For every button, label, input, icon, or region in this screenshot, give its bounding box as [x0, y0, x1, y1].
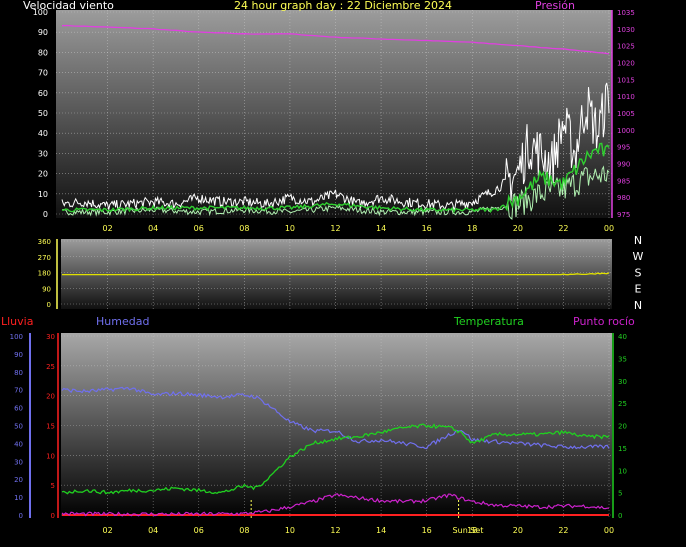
- temperature-axis-tick: 10: [618, 467, 627, 475]
- temperature-axis-tick: 35: [618, 355, 627, 363]
- rain-axis-title: Lluvia: [1, 315, 33, 328]
- wind-axis-tick: 20: [38, 170, 48, 179]
- pressure-axis-title: Presión: [535, 0, 575, 12]
- humidity-time-tick: 10: [285, 526, 295, 535]
- wind-time-tick: 22: [558, 224, 568, 233]
- wind-axis-tick: 0: [43, 210, 48, 219]
- weather-graph-window: 100 90 80 70 60 50 40 30 20 10 0 1035 1030 1025 1020 10…: [0, 0, 686, 543]
- pressure-axis-tick: 1020: [617, 60, 635, 68]
- humidity-time-tick: 22: [558, 526, 568, 535]
- humidity-time-tick: 06: [194, 526, 204, 535]
- wind-time-tick: 02: [102, 224, 112, 233]
- pressure-axis-tick: 995: [617, 144, 630, 152]
- sunset-label: Sun Set: [453, 526, 484, 535]
- wind-axis-tick: 70: [38, 69, 48, 78]
- dewpoint-axis-title: Punto rocío: [573, 315, 635, 328]
- wind-time-tick: 04: [148, 224, 158, 233]
- pressure-axis-tick: 1030: [617, 26, 635, 34]
- rain-axis-tick: 20: [46, 393, 55, 401]
- rain-axis-tick: 10: [46, 452, 55, 460]
- humidity-time-tick: 12: [330, 526, 340, 535]
- rain-axis-tick: 0: [51, 512, 55, 520]
- direction-axis-tick: 90: [42, 285, 51, 293]
- compass-label: E: [635, 283, 642, 296]
- wind-time-tick: 12: [330, 224, 340, 233]
- direction-axis-tick: 0: [47, 301, 51, 309]
- rain-axis-tick: 5: [51, 482, 55, 490]
- humidity-axis-tick: 60: [14, 405, 23, 413]
- wind-axis-title: Velocidad viento: [23, 0, 114, 12]
- wind-time-tick: 20: [513, 224, 523, 233]
- humidity-axis-tick: 70: [14, 387, 23, 395]
- humidity-time-tick: 02: [102, 526, 112, 535]
- rain-axis-tick: 15: [46, 423, 55, 431]
- humidity-time-tick: 00: [604, 526, 614, 535]
- wind-time-tick: 14: [376, 224, 386, 233]
- pressure-axis-tick: 1015: [617, 76, 635, 84]
- pressure-axis-tick: 1000: [617, 127, 635, 135]
- humidity-axis-tick: 0: [19, 512, 23, 520]
- wind-time-tick: 10: [285, 224, 295, 233]
- compass-label: N: [634, 299, 642, 312]
- humidity-time-tick: 08: [239, 526, 249, 535]
- compass-label: S: [635, 266, 642, 279]
- wind-axis-tick: 80: [38, 48, 48, 57]
- pressure-axis-tick: 1025: [617, 43, 635, 51]
- humidity-axis-tick: 50: [14, 423, 23, 431]
- compass-label: W: [633, 250, 644, 263]
- weather-chart-svg: 1009080706050403020100103510301025102010…: [1, 0, 644, 535]
- humidity-axis-tick: 80: [14, 369, 23, 377]
- pressure-axis-tick: 1035: [617, 9, 635, 17]
- pressure-axis-tick: 985: [617, 177, 630, 185]
- wind-time-tick: 16: [422, 224, 432, 233]
- wind-axis-tick: 90: [38, 28, 48, 37]
- humidity-time-tick: 04: [148, 526, 158, 535]
- chart-title: 24 hour graph day : 22 Diciembre 2024: [234, 0, 452, 12]
- wind-time-tick: 06: [194, 224, 204, 233]
- humidity-axis-title: Humedad: [96, 315, 149, 328]
- wind-axis-tick: 10: [38, 190, 48, 199]
- wind-axis-tick: 30: [38, 149, 48, 158]
- humidity-axis-tick: 10: [14, 494, 23, 502]
- pressure-axis-tick: 975: [617, 211, 630, 219]
- wind-axis-tick: 40: [38, 129, 48, 138]
- temperature-axis-tick: 15: [618, 445, 627, 453]
- direction-axis-tick: 180: [38, 270, 51, 278]
- temperature-axis-tick: 5: [618, 490, 622, 498]
- pressure-axis-tick: 980: [617, 194, 630, 202]
- pressure-axis-tick: 990: [617, 161, 630, 169]
- humidity-axis-tick: 100: [10, 333, 23, 341]
- compass-label: N: [634, 234, 642, 247]
- rain-axis-tick: 30: [46, 333, 55, 341]
- pressure-axis-tick: 1005: [617, 110, 635, 118]
- wind-time-tick: 18: [467, 224, 477, 233]
- humidity-axis-tick: 20: [14, 476, 23, 484]
- temperature-axis-tick: 0: [618, 512, 622, 520]
- temperature-axis-tick: 20: [618, 423, 627, 431]
- temperature-axis-tick: 25: [618, 400, 627, 408]
- wind-axis-tick: 50: [38, 109, 48, 118]
- wind-time-tick: 08: [239, 224, 249, 233]
- rain-axis-tick: 25: [46, 363, 55, 371]
- humidity-axis-tick: 40: [14, 440, 23, 448]
- humidity-time-tick: 16: [422, 526, 432, 535]
- temperature-axis-tick: 30: [618, 378, 627, 386]
- direction-axis-tick: 360: [38, 238, 51, 246]
- wind-axis-tick: 60: [38, 89, 48, 98]
- humidity-axis-tick: 90: [14, 351, 23, 359]
- pressure-axis-tick: 1010: [617, 93, 635, 101]
- direction-axis-tick: 270: [38, 254, 51, 262]
- humidity-time-tick: 14: [376, 526, 386, 535]
- temperature-axis-tick: 40: [618, 333, 627, 341]
- humidity-axis-tick: 30: [14, 458, 23, 466]
- wind-time-tick: 00: [604, 224, 614, 233]
- humidity-time-tick: 20: [513, 526, 523, 535]
- temperature-axis-title: Temperatura: [453, 315, 524, 328]
